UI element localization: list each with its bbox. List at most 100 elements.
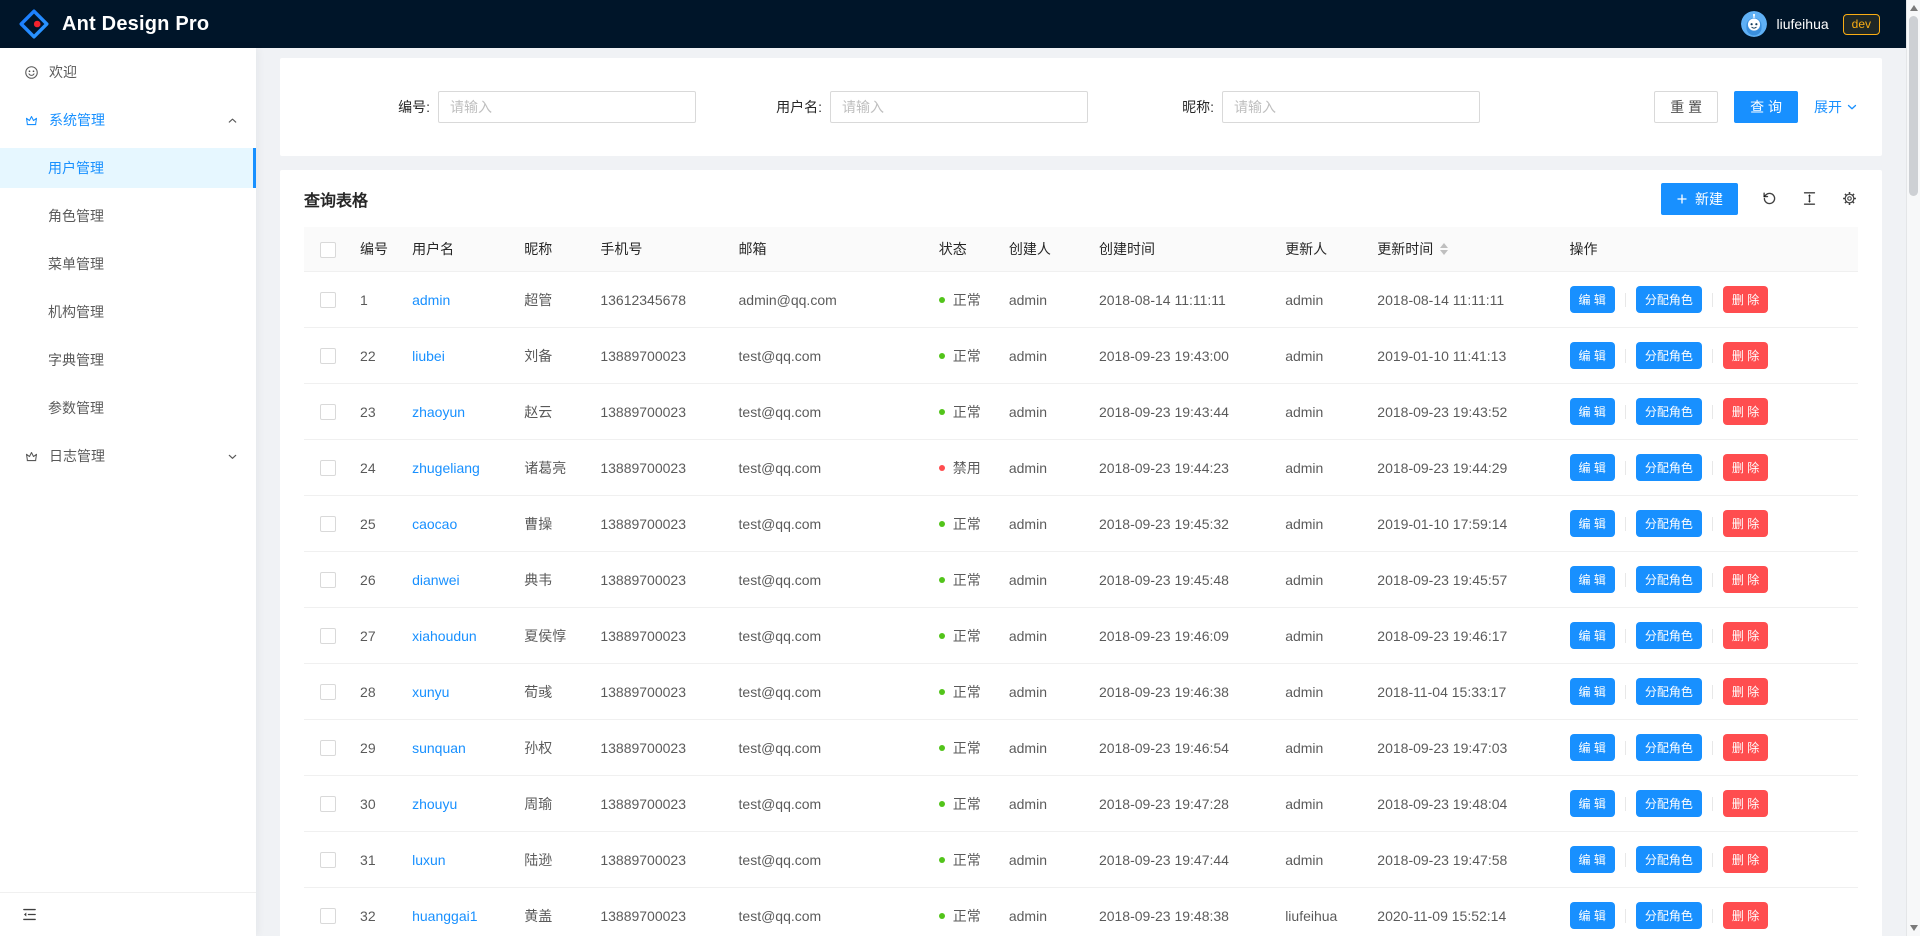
edit-button[interactable]: 编 辑	[1570, 286, 1615, 313]
column-header[interactable]: 更新时间	[1369, 227, 1561, 272]
assign-role-button[interactable]: 分配角色	[1636, 902, 1702, 929]
row-checkbox[interactable]	[320, 516, 336, 532]
username-link[interactable]: sunquan	[412, 740, 466, 756]
delete-button[interactable]: 删 除	[1723, 398, 1768, 425]
edit-button[interactable]: 编 辑	[1570, 790, 1615, 817]
delete-button[interactable]: 删 除	[1723, 510, 1768, 537]
username-link[interactable]: zhugeliang	[412, 460, 480, 476]
sidebar-menu: 欢迎 系统管理 用户管理角色管理菜单管理机构管理字典管理参数管理 日志管理	[0, 48, 256, 476]
username-link[interactable]: xiahoudun	[412, 628, 477, 644]
action-divider	[1625, 797, 1626, 811]
delete-button[interactable]: 删 除	[1723, 734, 1768, 761]
cell-nickname: 黄盖	[516, 888, 592, 936]
assign-role-button[interactable]: 分配角色	[1636, 790, 1702, 817]
delete-button[interactable]: 删 除	[1723, 286, 1768, 313]
assign-role-button[interactable]: 分配角色	[1636, 510, 1702, 537]
new-button[interactable]: 新建	[1661, 183, 1738, 215]
sidebar-item-logs[interactable]: 日志管理	[0, 436, 256, 476]
row-checkbox[interactable]	[320, 292, 336, 308]
id-input[interactable]	[438, 91, 696, 123]
nickname-input[interactable]	[1222, 91, 1480, 123]
sidebar-item-system[interactable]: 系统管理	[0, 100, 256, 140]
row-checkbox[interactable]	[320, 460, 336, 476]
username-link[interactable]: huanggai1	[412, 908, 477, 924]
scrollbar-thumb[interactable]	[1909, 16, 1918, 196]
username-link[interactable]: xunyu	[412, 684, 449, 700]
cell-id: 23	[352, 384, 404, 440]
reset-button[interactable]: 重 置	[1654, 91, 1718, 123]
username-link[interactable]: caocao	[412, 516, 457, 532]
assign-role-button[interactable]: 分配角色	[1636, 622, 1702, 649]
sort-carets-icon[interactable]	[1440, 243, 1448, 255]
row-checkbox[interactable]	[320, 572, 336, 588]
username-input[interactable]	[830, 91, 1088, 123]
sidebar-subitem[interactable]: 角色管理	[0, 196, 256, 236]
sidebar-item-welcome[interactable]: 欢迎	[0, 52, 256, 92]
assign-role-button[interactable]: 分配角色	[1636, 342, 1702, 369]
assign-role-button[interactable]: 分配角色	[1636, 678, 1702, 705]
row-checkbox[interactable]	[320, 740, 336, 756]
scroll-down-arrow[interactable]	[1907, 921, 1920, 935]
assign-role-button[interactable]: 分配角色	[1636, 286, 1702, 313]
sidebar-subitem[interactable]: 机构管理	[0, 292, 256, 332]
sidebar-subitem[interactable]: 字典管理	[0, 340, 256, 380]
user-menu[interactable]: liufeihua dev	[1741, 11, 1880, 37]
edit-button[interactable]: 编 辑	[1570, 846, 1615, 873]
assign-role-button[interactable]: 分配角色	[1636, 846, 1702, 873]
action-divider	[1712, 629, 1713, 643]
row-checkbox[interactable]	[320, 796, 336, 812]
username-label: liufeihua	[1776, 16, 1828, 32]
username-link[interactable]: luxun	[412, 852, 445, 868]
username-link[interactable]: zhaoyun	[412, 404, 465, 420]
scroll-up-arrow[interactable]	[1907, 1, 1920, 15]
cell-status: 正常	[931, 496, 1001, 552]
delete-button[interactable]: 删 除	[1723, 622, 1768, 649]
row-checkbox[interactable]	[320, 852, 336, 868]
row-checkbox[interactable]	[320, 404, 336, 420]
delete-button[interactable]: 删 除	[1723, 902, 1768, 929]
delete-button[interactable]: 删 除	[1723, 566, 1768, 593]
reload-icon[interactable]	[1761, 190, 1778, 207]
select-all-checkbox[interactable]	[320, 242, 336, 258]
edit-button[interactable]: 编 辑	[1570, 398, 1615, 425]
cell-username: dianwei	[404, 552, 516, 608]
sidebar-subitem[interactable]: 参数管理	[0, 388, 256, 428]
delete-button[interactable]: 删 除	[1723, 678, 1768, 705]
edit-button[interactable]: 编 辑	[1570, 342, 1615, 369]
delete-button[interactable]: 删 除	[1723, 454, 1768, 481]
row-checkbox[interactable]	[320, 628, 336, 644]
delete-button[interactable]: 删 除	[1723, 846, 1768, 873]
cell-username: sunquan	[404, 720, 516, 776]
logo-area[interactable]: Ant Design Pro	[18, 8, 209, 40]
search-button[interactable]: 查 询	[1734, 91, 1798, 123]
assign-role-button[interactable]: 分配角色	[1636, 566, 1702, 593]
expand-link[interactable]: 展开	[1814, 97, 1858, 117]
vertical-scrollbar[interactable]	[1906, 0, 1920, 936]
row-checkbox[interactable]	[320, 908, 336, 924]
username-link[interactable]: zhouyu	[412, 796, 457, 812]
column-height-icon[interactable]	[1801, 190, 1818, 207]
settings-gear-icon[interactable]	[1841, 190, 1858, 207]
row-checkbox[interactable]	[320, 348, 336, 364]
username-link[interactable]: dianwei	[412, 572, 459, 588]
menu-fold-icon[interactable]	[21, 906, 38, 923]
sidebar-subitem[interactable]: 菜单管理	[0, 244, 256, 284]
edit-button[interactable]: 编 辑	[1570, 678, 1615, 705]
edit-button[interactable]: 编 辑	[1570, 622, 1615, 649]
assign-role-button[interactable]: 分配角色	[1636, 454, 1702, 481]
username-link[interactable]: liubei	[412, 348, 445, 364]
row-checkbox-cell	[304, 328, 352, 384]
username-link[interactable]: admin	[412, 292, 450, 308]
edit-button[interactable]: 编 辑	[1570, 510, 1615, 537]
edit-button[interactable]: 编 辑	[1570, 566, 1615, 593]
edit-button[interactable]: 编 辑	[1570, 902, 1615, 929]
cell-created-at: 2018-09-23 19:44:23	[1091, 440, 1277, 496]
row-checkbox[interactable]	[320, 684, 336, 700]
edit-button[interactable]: 编 辑	[1570, 734, 1615, 761]
delete-button[interactable]: 删 除	[1723, 342, 1768, 369]
sidebar-subitem[interactable]: 用户管理	[0, 148, 256, 188]
assign-role-button[interactable]: 分配角色	[1636, 734, 1702, 761]
edit-button[interactable]: 编 辑	[1570, 454, 1615, 481]
assign-role-button[interactable]: 分配角色	[1636, 398, 1702, 425]
delete-button[interactable]: 删 除	[1723, 790, 1768, 817]
